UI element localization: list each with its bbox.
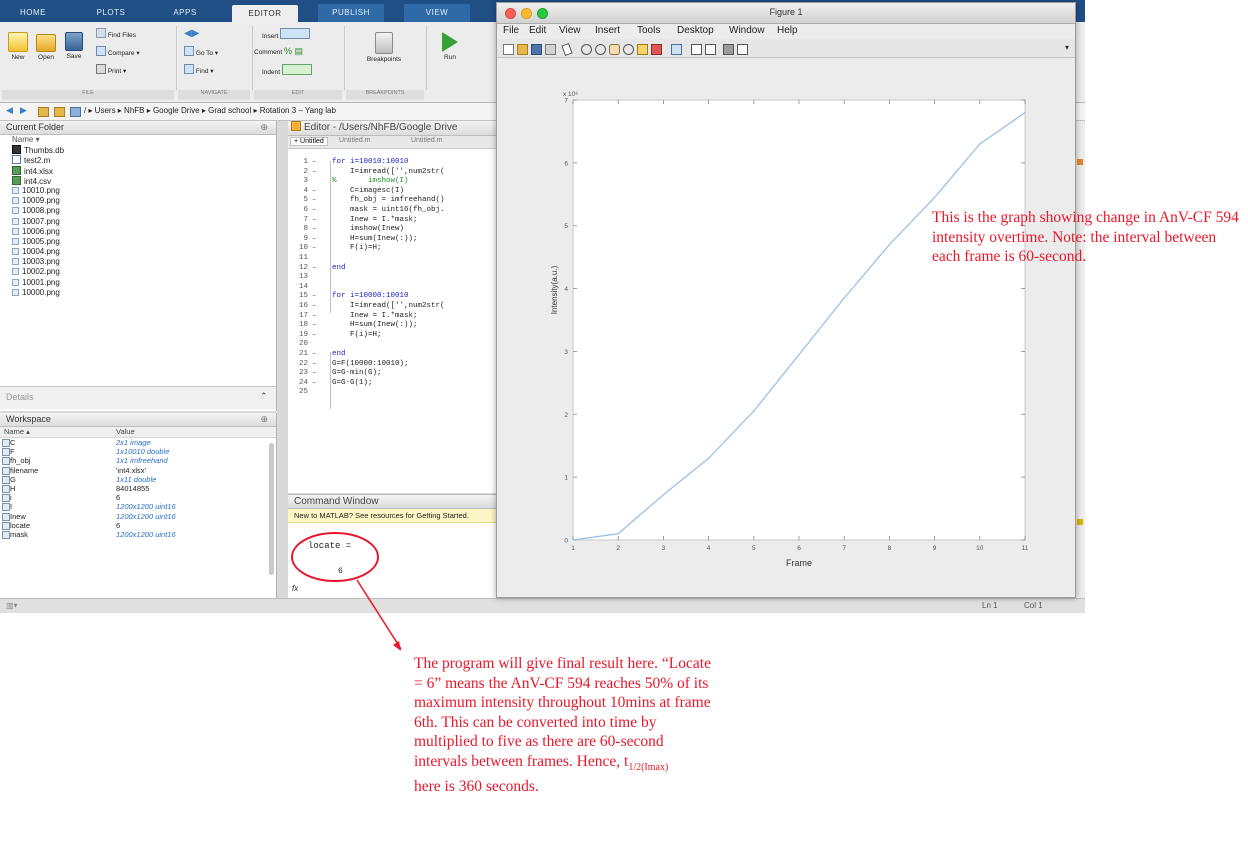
result-annotation-text: The program will give final result here.… <box>414 655 711 770</box>
locate-highlight-circle <box>291 532 379 582</box>
result-annotation: The program will give final result here.… <box>414 654 714 797</box>
annotation-arrow-head <box>393 641 401 651</box>
result-annotation-end: here is 360 seconds. <box>414 778 539 796</box>
annotation-arrow-line <box>356 579 402 650</box>
result-annotation-subscript: 1/2(Imax) <box>628 761 669 773</box>
